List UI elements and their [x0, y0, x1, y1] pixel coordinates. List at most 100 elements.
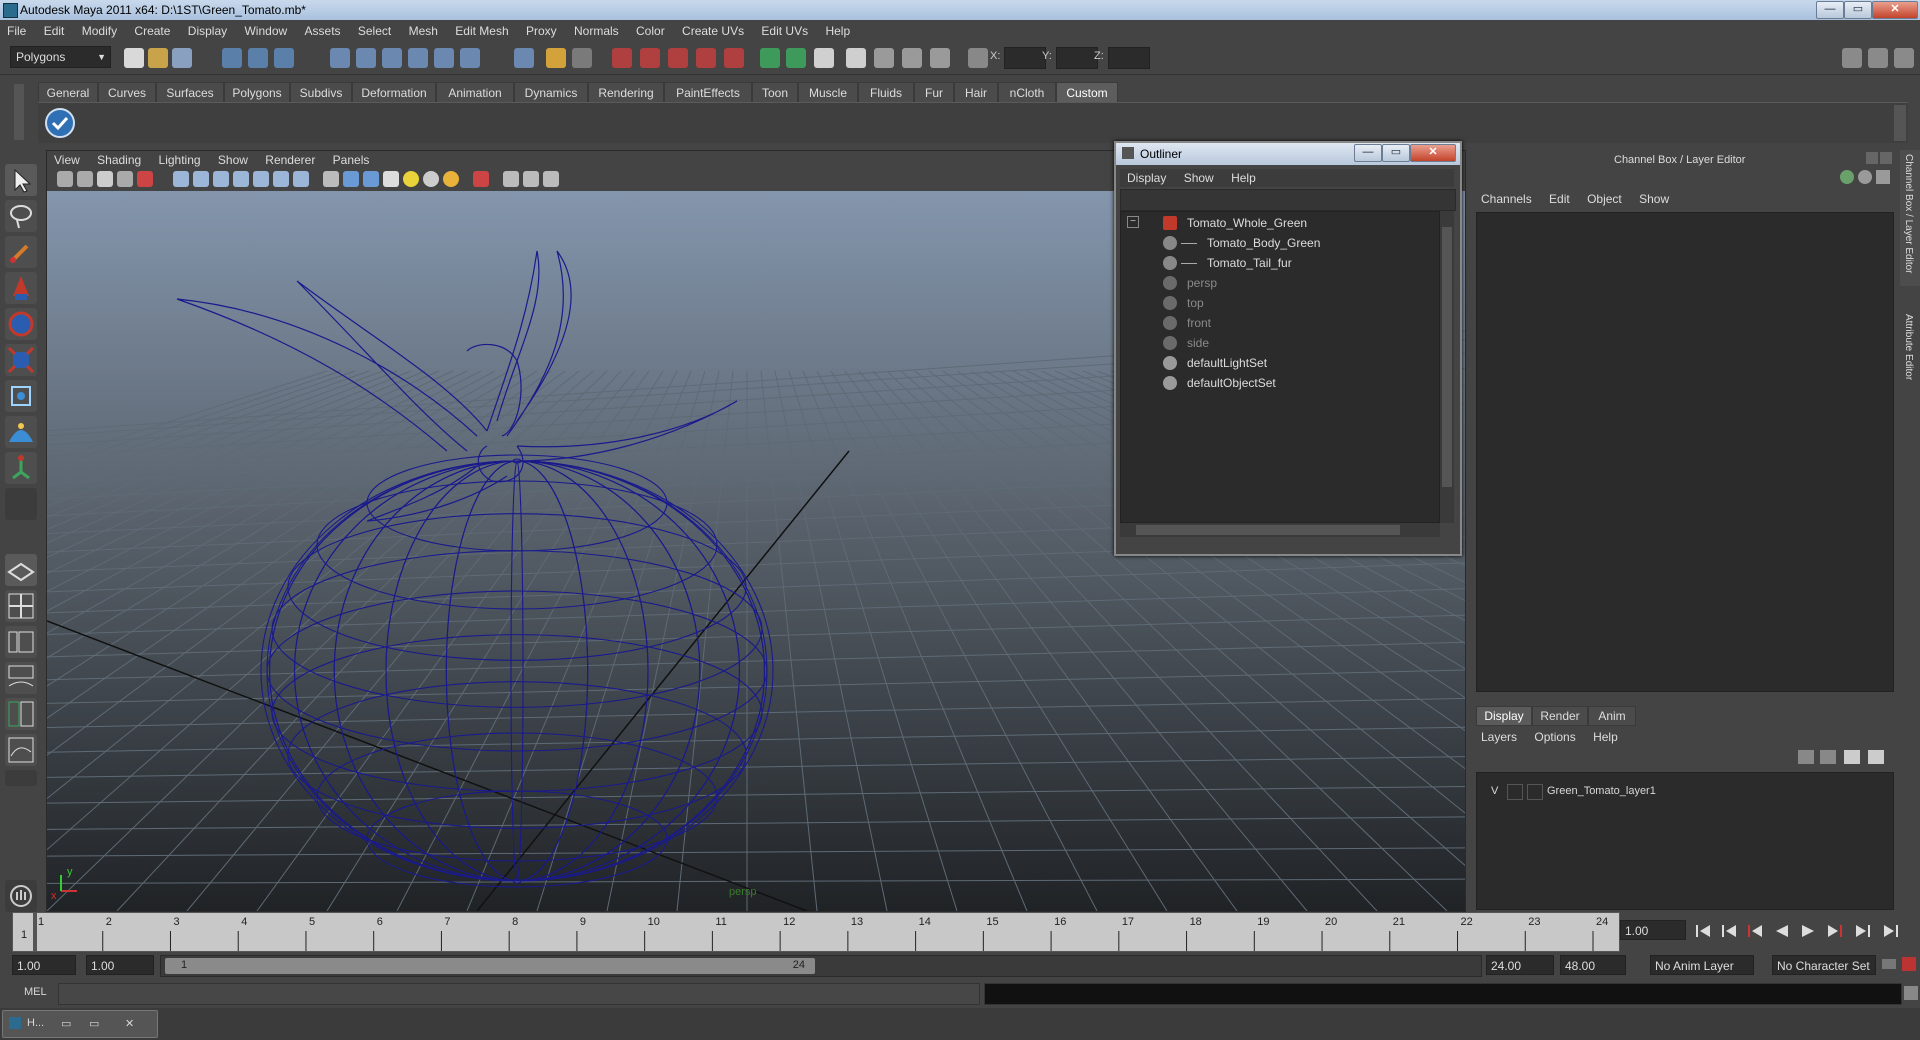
- image-plane-icon[interactable]: [117, 171, 133, 187]
- shelf-tab-muscle[interactable]: Muscle: [798, 82, 858, 103]
- grid-icon[interactable]: [173, 171, 189, 187]
- history-icon[interactable]: [612, 48, 632, 68]
- outliner-graph-layout-icon[interactable]: [5, 734, 37, 766]
- chan-menu-channels[interactable]: Channels: [1474, 190, 1539, 208]
- shelf-tab-hair[interactable]: Hair: [954, 82, 998, 103]
- play-forward-icon[interactable]: [1802, 925, 1814, 937]
- outliner-minimize-button[interactable]: —: [1354, 144, 1382, 162]
- vp-menu-panels[interactable]: Panels: [326, 151, 377, 169]
- show-manipulator-icon[interactable]: [5, 452, 37, 484]
- outliner-horizontal-scrollbar[interactable]: [1120, 523, 1440, 537]
- go-to-end-icon[interactable]: [1884, 925, 1898, 937]
- layer-playback-toggle[interactable]: [1507, 784, 1523, 800]
- select-by-component-icon[interactable]: [274, 48, 294, 68]
- vp-menu-lighting[interactable]: Lighting: [152, 151, 208, 169]
- transform-mode-icon[interactable]: [968, 48, 988, 68]
- menu-window[interactable]: Window: [237, 20, 294, 42]
- shelf-tab-subdivs[interactable]: Subdivs: [290, 82, 352, 103]
- xray-icon[interactable]: [503, 171, 519, 187]
- layer-tab-render[interactable]: Render: [1532, 706, 1588, 726]
- menu-normals[interactable]: Normals: [567, 20, 626, 42]
- layout-expand-icon[interactable]: [5, 770, 37, 786]
- checkmark-shelf-icon[interactable]: [44, 107, 76, 139]
- current-frame-marker[interactable]: [33, 913, 37, 951]
- attribute-editor-toggle-icon[interactable]: [1842, 48, 1862, 68]
- outliner-vertical-scrollbar[interactable]: [1440, 211, 1454, 523]
- ipr-render-icon[interactable]: [668, 48, 688, 68]
- chan-menu-show[interactable]: Show: [1632, 190, 1676, 208]
- side-tab-channel-box[interactable]: Channel Box / Layer Editor: [1900, 150, 1920, 286]
- lock-icon[interactable]: [546, 48, 566, 68]
- step-back-frame-icon[interactable]: [1748, 925, 1762, 937]
- use-all-lights-icon[interactable]: [403, 171, 419, 187]
- move-tool-icon[interactable]: [5, 272, 37, 304]
- minimized-window-tab[interactable]: H... ▭ ▭ ✕: [2, 1010, 158, 1038]
- channel-icon-b[interactable]: [1858, 170, 1872, 184]
- x-coord-field[interactable]: [1004, 47, 1046, 69]
- shelf-tab-rendering[interactable]: Rendering: [588, 82, 664, 103]
- save-scene-icon[interactable]: [172, 48, 192, 68]
- bookmark-icon[interactable]: [97, 171, 113, 187]
- character-set-dropdown[interactable]: No Character Set: [1772, 955, 1876, 975]
- soft-modification-icon[interactable]: [5, 416, 37, 448]
- layer-menu-options[interactable]: Options: [1527, 728, 1582, 746]
- hypershade-persp-layout-icon[interactable]: [5, 698, 37, 730]
- y-coord-field[interactable]: [1056, 47, 1098, 69]
- batch-render-icon[interactable]: [902, 48, 922, 68]
- go-to-start-icon[interactable]: [1696, 925, 1710, 937]
- shelf-tab-curves[interactable]: Curves: [98, 82, 156, 103]
- last-tool-used-icon[interactable]: [5, 488, 37, 520]
- script-editor-icon[interactable]: [1904, 986, 1918, 1000]
- shelf-tab-toon[interactable]: Toon: [752, 82, 798, 103]
- shelf-tab-deformation[interactable]: Deformation: [352, 82, 436, 103]
- auto-key-icon[interactable]: [1902, 957, 1916, 971]
- wireframe-icon[interactable]: [323, 171, 339, 187]
- shelf-tab-fur[interactable]: Fur: [914, 82, 954, 103]
- scroll-thumb[interactable]: [1442, 227, 1452, 487]
- shelf-tab-fluids[interactable]: Fluids: [858, 82, 914, 103]
- layer-tab-display[interactable]: Display: [1476, 706, 1532, 726]
- new-layer-from-selected-icon[interactable]: [1868, 750, 1884, 764]
- snap-curve-icon[interactable]: [356, 48, 376, 68]
- backface-culling-icon[interactable]: [543, 171, 559, 187]
- scroll-thumb[interactable]: [1136, 525, 1400, 535]
- snap-grid-icon[interactable]: [330, 48, 350, 68]
- anim-layer-dropdown[interactable]: No Anim Layer: [1650, 955, 1754, 975]
- menu-edit-uvs[interactable]: Edit UVs: [754, 20, 815, 42]
- step-forward-frame-icon[interactable]: [1828, 925, 1842, 937]
- layer-color-swatch[interactable]: [1527, 784, 1543, 800]
- resolution-gate-icon[interactable]: [213, 171, 229, 187]
- safe-action-icon[interactable]: [273, 171, 289, 187]
- menu-file[interactable]: File: [0, 20, 33, 42]
- outliner-menu-help[interactable]: Help: [1224, 169, 1263, 187]
- layer-visibility-toggle[interactable]: V: [1491, 785, 1498, 797]
- shelf-scroll[interactable]: [1894, 105, 1906, 141]
- channel-box-area[interactable]: [1476, 212, 1894, 692]
- tool-settings-toggle-icon[interactable]: [1868, 48, 1888, 68]
- layer-menu-layers[interactable]: Layers: [1474, 728, 1524, 746]
- channel-box-toggle-icon[interactable]: [1894, 48, 1914, 68]
- shadows-icon[interactable]: [423, 171, 439, 187]
- field-chart-icon[interactable]: [253, 171, 269, 187]
- end-time-field[interactable]: 48.00: [1560, 955, 1626, 975]
- render-settings-icon[interactable]: [696, 48, 716, 68]
- menu-help[interactable]: Help: [818, 20, 857, 42]
- vp-menu-shading[interactable]: Shading: [90, 151, 148, 169]
- step-back-key-icon[interactable]: [1722, 925, 1736, 937]
- wireframe-on-shaded-icon[interactable]: [363, 171, 379, 187]
- menu-modify[interactable]: Modify: [75, 20, 124, 42]
- camera-select-icon[interactable]: [57, 171, 73, 187]
- universal-manipulator-icon[interactable]: [5, 380, 37, 412]
- menu-select[interactable]: Select: [351, 20, 398, 42]
- key-icon[interactable]: [1882, 959, 1896, 969]
- chan-menu-edit[interactable]: Edit: [1542, 190, 1577, 208]
- shelf-tab-animation[interactable]: Animation: [436, 82, 514, 103]
- layer-row[interactable]: V Green_Tomato_layer1: [1481, 783, 1891, 801]
- menu-assets[interactable]: Assets: [298, 20, 348, 42]
- render-view-icon[interactable]: [846, 48, 866, 68]
- snap-view-plane-icon[interactable]: [408, 48, 428, 68]
- isolate-select-icon[interactable]: [473, 171, 489, 187]
- command-input[interactable]: [58, 983, 980, 1005]
- shelf-tab-surfaces[interactable]: Surfaces: [156, 82, 224, 103]
- new-empty-layer-icon[interactable]: [1844, 750, 1860, 764]
